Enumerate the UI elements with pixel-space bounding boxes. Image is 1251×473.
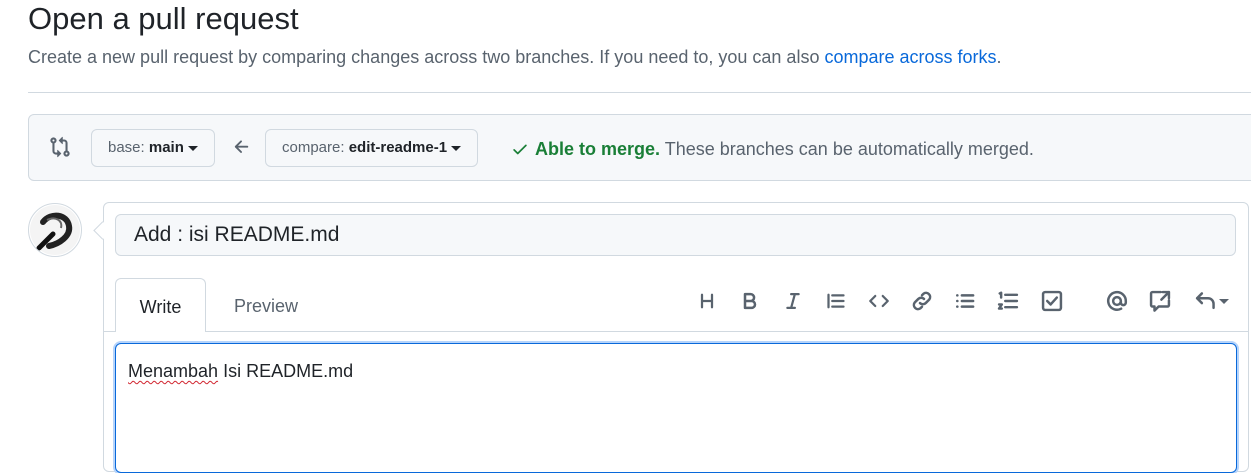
chevron-down-icon <box>187 145 198 151</box>
compare-prefix: compare: <box>282 139 345 156</box>
compare-forks-link[interactable]: compare across forks <box>824 47 996 67</box>
reference-icon[interactable] <box>1147 288 1173 314</box>
base-branch-select[interactable]: base: main <box>91 129 215 167</box>
merge-status: Able to merge. These branches can be aut… <box>511 138 1034 160</box>
page-title: Open a pull request <box>28 1 299 36</box>
compare-branch-name: edit-readme-1 <box>348 139 448 156</box>
git-compare-icon <box>50 136 70 158</box>
quote-icon[interactable] <box>823 288 849 314</box>
bold-icon[interactable] <box>737 288 763 314</box>
base-prefix: base: <box>108 139 145 156</box>
avatar[interactable] <box>28 203 82 257</box>
tab-write[interactable]: Write <box>115 278 206 332</box>
task-list-icon[interactable] <box>1039 288 1065 314</box>
subtitle-text: Create a new pull request by comparing c… <box>28 47 820 67</box>
merge-ok-text: Able to merge. <box>535 139 661 159</box>
italic-icon[interactable] <box>780 288 806 314</box>
mention-icon[interactable] <box>1104 288 1130 314</box>
link-icon[interactable] <box>909 288 935 314</box>
base-branch-name: main <box>148 139 184 156</box>
branch-range-editor: base: main compare: edit-readme-1 Able t… <box>28 114 1251 181</box>
heading-icon[interactable] <box>694 288 720 314</box>
ordered-list-icon[interactable] <box>995 288 1021 314</box>
undo-icon[interactable] <box>1192 288 1232 314</box>
code-icon[interactable] <box>866 288 892 314</box>
arrow-left-icon <box>234 140 249 153</box>
page-subtitle: Create a new pull request by comparing c… <box>28 45 1002 69</box>
check-icon <box>513 144 527 155</box>
subtitle-end: . <box>996 47 1002 67</box>
chevron-down-icon <box>1219 298 1229 304</box>
chevron-down-icon <box>451 145 462 151</box>
body-text: Isi README.md <box>218 361 354 381</box>
header-divider <box>28 92 1251 93</box>
compare-branch-select[interactable]: compare: edit-readme-1 <box>265 129 479 167</box>
avatar-image <box>30 205 80 255</box>
unordered-list-icon[interactable] <box>952 288 978 314</box>
tab-preview[interactable]: Preview <box>234 278 298 332</box>
merge-detail-text: These branches can be automatically merg… <box>664 139 1034 159</box>
pr-title-input[interactable]: Add : isi README.md <box>115 214 1236 256</box>
misspelled-word: Menambah <box>128 361 219 381</box>
